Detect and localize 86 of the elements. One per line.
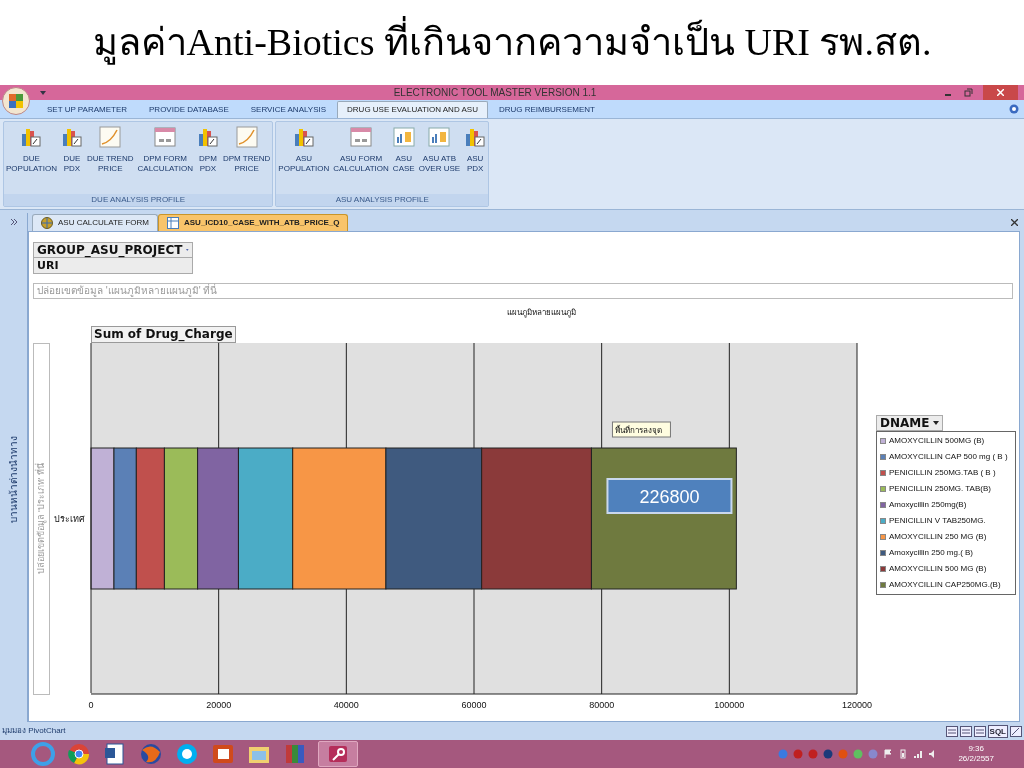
tray-icon[interactable]: [823, 749, 834, 759]
ribbon-button[interactable]: ASU CASE: [390, 126, 417, 174]
legend-label: Amoxycillin 250mg(B): [889, 499, 967, 511]
ribbon-button[interactable]: DPM FORM CALCULATION: [135, 126, 195, 174]
clock[interactable]: 9:36 26/2/2557: [958, 744, 994, 764]
chart-title: แผนภูมิหลายแผนภูมิ: [506, 307, 576, 319]
filter-value: URI: [33, 258, 193, 274]
app-logo-icon: [8, 93, 24, 109]
legend-label: Amoxycillin 250 mg.( B): [889, 547, 974, 559]
ribbon-group-label: ASU ANALYSIS PROFILE: [276, 194, 489, 206]
ribbon-tab[interactable]: SET UP PARAMETER: [36, 101, 139, 118]
legend-label: AMOXYCILLIN 500MG (B): [889, 435, 985, 447]
slide-icon[interactable]: [210, 742, 236, 766]
ribbon-group-label: DUE ANALYSIS PROFILE: [4, 194, 273, 206]
report-icon: [428, 126, 451, 148]
data-field-label: Sum of Drug_Charge: [91, 326, 236, 343]
wheel-icon[interactable]: [66, 742, 92, 766]
slide-title: มูลค่าAnti-Biotics ที่เกินจากความจำเป็น URI รพ.สต.: [92, 14, 932, 71]
form-icon: [154, 126, 177, 148]
ribbon-button[interactable]: DUE TREND PRICE: [85, 126, 136, 174]
view-icon[interactable]: [959, 725, 972, 737]
axis-tick-label: 100000: [714, 700, 745, 709]
filter-field-button[interactable]: GROUP_ASU_PROJECT: [33, 242, 193, 258]
legend-label: AMOXYCILLIN 500 MG (B): [889, 563, 987, 575]
ribbon-button[interactable]: ASU POPULATION: [276, 126, 332, 174]
ribbon-button[interactable]: ASU ATB OVER USE: [416, 126, 463, 174]
tooltip: พื้นที่การลงจุด: [611, 421, 671, 438]
axis-tick-label: 20000: [206, 700, 232, 709]
quick-access-caret-icon[interactable]: [40, 89, 46, 96]
ribbon-tab[interactable]: SERVICE ANALYSIS: [239, 101, 338, 118]
status-text: มุมมอง PivotChart: [2, 725, 66, 737]
view-icon[interactable]: [945, 725, 958, 737]
axis-tick-label: 120000: [842, 700, 872, 709]
taskbar-active-item[interactable]: [318, 741, 358, 767]
legend-label: PENICILLIN 250MG.TAB ( B ): [889, 467, 996, 479]
legend-field-button[interactable]: DNAME: [876, 415, 944, 431]
axis-tick-label: 80000: [589, 700, 615, 709]
help-icon[interactable]: [1009, 104, 1019, 114]
ribbon-button[interactable]: DPM TREND PRICE: [220, 126, 273, 174]
ribbon-tab[interactable]: DRUG REIMBURSEMENT: [487, 101, 606, 118]
legend-label: AMOXYCILLIN CAP250MG.(B): [889, 579, 1001, 591]
ribbon-tab[interactable]: PROVIDE DATABASE: [138, 101, 240, 118]
office-button[interactable]: [2, 87, 30, 115]
axis-tick-label: 60000: [461, 700, 487, 709]
expand-chevron-icon[interactable]: [9, 218, 18, 226]
report-icon: [392, 126, 415, 148]
ribbon-tab[interactable]: DRUG USE EVALUATION AND ASU: [337, 101, 488, 118]
close-button[interactable]: [983, 85, 1018, 100]
window-title: ELECTRONIC TOOL MASTER VERSION 1.1: [392, 86, 598, 100]
legend-label: PENICILLIN V TAB250MG.: [889, 515, 986, 527]
battery-icon[interactable]: [898, 749, 909, 759]
signal-icon[interactable]: [913, 749, 924, 759]
bar-chart-icon: [20, 126, 43, 148]
legend-label: PENICILLIN 250MG. TAB(B): [889, 483, 991, 495]
line-chart-icon: [99, 126, 122, 148]
restore-icon[interactable]: [964, 88, 973, 97]
query-icon: [167, 217, 179, 229]
form-icon: [350, 126, 373, 148]
design-view-icon[interactable]: [1010, 725, 1022, 737]
dropdown-caret-icon: [186, 248, 189, 252]
close-icon: [997, 89, 1004, 96]
key-icon: [327, 744, 349, 764]
line-chart-icon: [235, 126, 258, 148]
dropdown-caret-icon: [933, 421, 940, 425]
bar-chart-icon: [61, 126, 83, 148]
axis-tick-label: 0: [88, 700, 94, 709]
bar-chart-icon: [196, 126, 219, 148]
ribbon-button[interactable]: ASU PDX: [462, 126, 489, 174]
sql-view-button[interactable]: SQL: [987, 724, 1008, 738]
bar-chart-icon: [464, 126, 487, 148]
legend-label: AMOXYCILLIN 250 MG (B): [889, 531, 987, 543]
legend-label: AMOXYCILLIN CAP 500 mg ( B ): [889, 451, 1008, 463]
document-tab[interactable]: ASU CALCULATE FORM: [32, 214, 158, 231]
document-tab[interactable]: ASU_ICD10_CASE_WITH_ATB_PRICE_Q: [158, 214, 349, 231]
ribbon-button[interactable]: DPM PDX: [194, 126, 221, 174]
bar-chart-icon: [292, 126, 315, 148]
ribbon-button[interactable]: DUE PDX: [59, 126, 85, 174]
category-label: ประเทศ: [54, 513, 85, 524]
axis-tick-label: 40000: [333, 700, 359, 709]
close-icon[interactable]: [1011, 219, 1018, 226]
view-icon[interactable]: [973, 725, 986, 737]
ribbon-button[interactable]: ASU FORM CALCULATION: [331, 126, 391, 174]
flag-icon[interactable]: [883, 749, 894, 759]
ribbon-button[interactable]: DUE POPULATION: [4, 126, 59, 174]
tray-icon[interactable]: [853, 749, 864, 759]
data-callout: 226800: [606, 478, 733, 514]
